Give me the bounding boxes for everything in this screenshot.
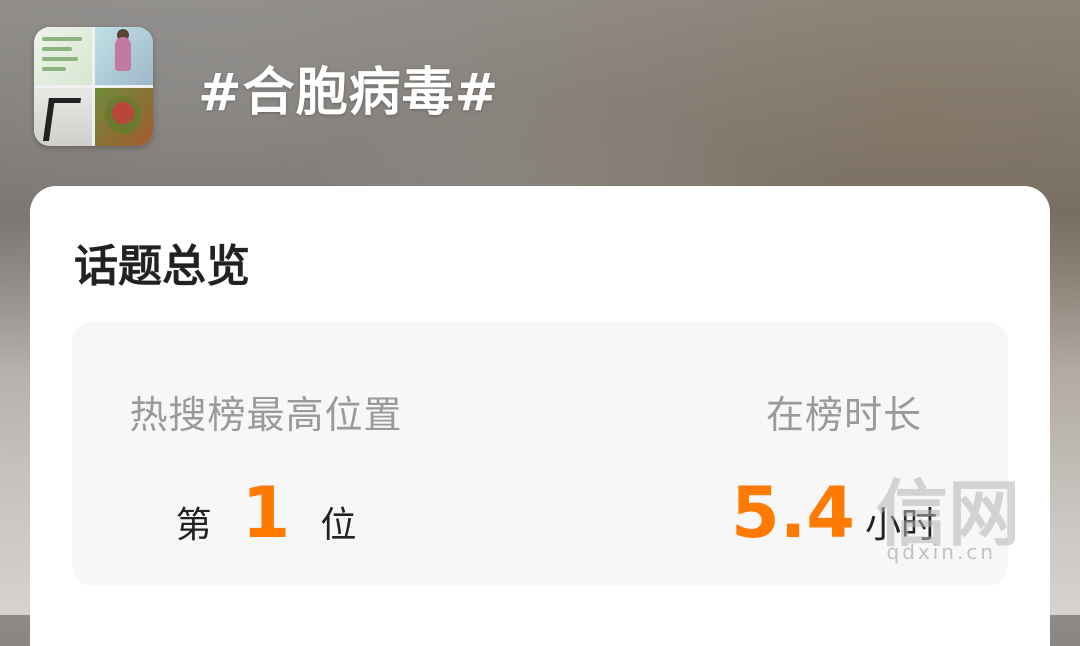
thumbnail-image-2 — [95, 27, 153, 85]
overview-title: 话题总览 — [74, 241, 250, 292]
hot-rank-prefix: 第 — [175, 505, 212, 546]
thumbnail-image-3 — [34, 88, 92, 146]
hot-rank-value: 1 — [241, 472, 291, 554]
stats-panel: 热搜榜最高位置 第 1 位 在榜时长 5.4 小时 — [72, 322, 1008, 586]
thumbnail-image-1 — [34, 27, 92, 85]
thumbnail-image-4 — [95, 88, 153, 146]
hot-rank-label: 热搜榜最高位置 — [129, 393, 403, 437]
duration-label: 在榜时长 — [765, 393, 922, 437]
topic-thumbnail[interactable] — [34, 27, 153, 146]
hot-rank-stat: 热搜榜最高位置 第 1 位 — [72, 322, 540, 586]
hot-rank-suffix: 位 — [320, 505, 357, 546]
overview-card: 话题总览 热搜榜最高位置 第 1 位 在榜时长 5.4 小时 — [30, 186, 1050, 646]
duration-value: 5.4 — [730, 472, 855, 554]
hot-rank-value-row: 第 1 位 — [32, 472, 500, 554]
watermark-site: qdxin.cn — [886, 540, 996, 564]
topic-title: #合胞病毒# — [198, 63, 500, 123]
